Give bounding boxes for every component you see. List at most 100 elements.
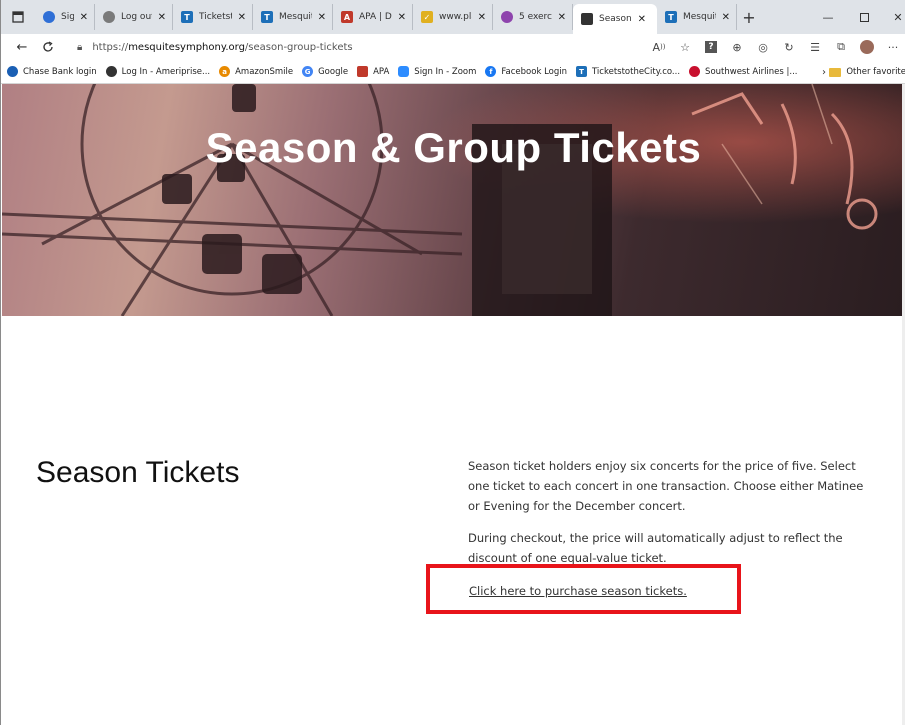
checkout-note: During checkout, the price will automati… xyxy=(468,531,843,565)
tab-favicon-icon xyxy=(501,11,513,23)
tab-title: Ticketst xyxy=(199,12,232,22)
new-tab-button[interactable]: + xyxy=(737,8,761,27)
tab-favicon-icon xyxy=(43,11,55,23)
tab-close-icon[interactable]: ✕ xyxy=(638,14,646,25)
url-prefix: https:// xyxy=(92,41,129,53)
tab-title: 5 exerci xyxy=(519,12,552,22)
address-bar[interactable]: 🔒︎ https://mesquitesymphony.org/season-g… xyxy=(77,42,353,53)
favorites-icon[interactable]: ☰ xyxy=(802,34,828,60)
extension-refresh-icon[interactable]: ↻ xyxy=(776,34,802,60)
favorite-ameriprise[interactable]: Log In - Ameriprise... xyxy=(105,66,211,77)
tab-close-icon[interactable]: ✕ xyxy=(80,12,88,23)
tab-strip: Sign in ✕ Log out ✕ T Ticketst ✕ T Mesqu… xyxy=(1,0,905,34)
favorite-label: Facebook Login xyxy=(501,66,567,77)
favorite-apa[interactable]: APA xyxy=(357,66,389,77)
extension-icon[interactable]: ◎ xyxy=(750,34,776,60)
season-description: Season ticket holders enjoy six concerts… xyxy=(468,459,864,513)
favorite-label: Southwest Airlines |... xyxy=(705,66,798,77)
hero-background-image xyxy=(2,84,905,316)
tab-actions-button[interactable] xyxy=(1,0,35,34)
tab-favicon-icon: ✓ xyxy=(421,11,433,23)
favorite-label: AmazonSmile xyxy=(235,66,294,77)
url-path: /season-group-tickets xyxy=(244,41,353,53)
favorite-chase[interactable]: Chase Bank login xyxy=(7,66,97,77)
tab-favicon-icon xyxy=(581,13,593,25)
collections-icon[interactable]: ⧉ xyxy=(828,34,854,60)
other-favorites-folder[interactable]: Other favorite xyxy=(821,60,905,84)
tab-close-icon[interactable]: ✕ xyxy=(558,12,566,23)
tab-title: Season xyxy=(599,14,632,24)
refresh-icon xyxy=(43,41,53,52)
ameriprise-icon xyxy=(105,66,117,77)
tab-title: www.pla xyxy=(439,12,472,22)
highlight-annotation-box xyxy=(426,564,741,614)
url-host: mesquitesymphony.org xyxy=(128,41,245,53)
tab-close-icon[interactable]: ✕ xyxy=(318,12,326,23)
refresh-button[interactable] xyxy=(35,34,61,60)
extension-help-icon[interactable]: ? xyxy=(698,34,724,60)
favorite-zoom[interactable]: Sign In - Zoom xyxy=(398,66,476,77)
tab-close-icon[interactable]: ✕ xyxy=(398,12,406,23)
tab-5[interactable]: ✓ www.pla ✕ xyxy=(413,4,493,30)
tab-1[interactable]: Log out ✕ xyxy=(95,4,173,30)
maximize-icon xyxy=(859,12,869,22)
tab-8[interactable]: T Mesquit ✕ xyxy=(657,4,737,30)
address-toolbar: ← 🔒︎ https://mesquitesymphony.org/season… xyxy=(1,34,905,60)
tab-title: Mesquit xyxy=(683,12,716,22)
tab-3[interactable]: T Mesquit ✕ xyxy=(253,4,333,30)
folder-icon xyxy=(829,67,842,77)
tab-favicon-icon: T xyxy=(665,11,677,23)
tab-4[interactable]: A APA | Da ✕ xyxy=(333,4,413,30)
favorite-facebook[interactable]: f Facebook Login xyxy=(485,66,567,77)
tab-close-icon[interactable]: ✕ xyxy=(238,12,246,23)
maximize-button[interactable] xyxy=(846,0,882,34)
back-button[interactable]: ← xyxy=(9,34,35,60)
favorite-label: Log In - Ameriprise... xyxy=(121,66,211,77)
browser-window: Sign in ✕ Log out ✕ T Ticketst ✕ T Mesqu… xyxy=(0,0,905,725)
minimize-button[interactable]: — xyxy=(810,0,846,34)
tab-actions-icon xyxy=(12,11,24,23)
page-title: Season & Group Tickets xyxy=(205,124,702,171)
main-content: Season Tickets Season ticket holders enj… xyxy=(2,316,905,725)
close-window-button[interactable]: ✕ xyxy=(880,0,905,34)
tab-6[interactable]: 5 exerci ✕ xyxy=(493,4,573,30)
tab-favicon-icon: T xyxy=(261,11,273,23)
favorite-google[interactable]: G Google xyxy=(302,66,348,77)
tab-2[interactable]: T Ticketst ✕ xyxy=(173,4,253,30)
tab-title: Log out xyxy=(121,12,152,22)
favorites-bar: Chase Bank login Log In - Ameriprise... … xyxy=(1,60,905,84)
hero-banner: Season & Group Tickets xyxy=(2,84,905,316)
favorite-label: TicketstotheCity.co... xyxy=(592,66,681,77)
tab-close-icon[interactable]: ✕ xyxy=(158,12,166,23)
facebook-icon: f xyxy=(485,66,497,77)
amazon-icon: a xyxy=(219,66,231,77)
tab-title: APA | Da xyxy=(359,12,392,22)
tab-7-active[interactable]: Season ✕ xyxy=(573,4,657,34)
southwest-heart-icon xyxy=(689,66,701,77)
toolbar-right: A)) ☆ ? ⊕ ◎ ↻ ☰ ⧉ ··· xyxy=(646,34,905,60)
add-favorite-icon[interactable]: ☆ xyxy=(672,34,698,60)
tab-favicon-icon xyxy=(103,11,115,23)
tickets-icon: T xyxy=(576,66,587,77)
season-tickets-heading: Season Tickets xyxy=(36,456,240,489)
read-aloud-icon[interactable]: A)) xyxy=(646,34,672,60)
chase-icon xyxy=(7,66,18,77)
google-icon: G xyxy=(302,66,314,77)
tab-close-icon[interactable]: ✕ xyxy=(478,12,486,23)
favorite-amazonsmile[interactable]: a AmazonSmile xyxy=(219,66,293,77)
tab-0[interactable]: Sign in ✕ xyxy=(35,4,95,30)
apa-icon xyxy=(357,66,369,77)
profile-avatar[interactable] xyxy=(854,34,880,60)
tab-close-icon[interactable]: ✕ xyxy=(722,12,730,23)
tab-favicon-icon: T xyxy=(181,11,193,23)
zoom-icon xyxy=(398,66,410,77)
favorite-label: Sign In - Zoom xyxy=(414,66,477,77)
tab-title: Mesquit xyxy=(279,12,312,22)
favorite-ticketstothecity[interactable]: T TicketstotheCity.co... xyxy=(576,66,680,77)
favorite-label: Chase Bank login xyxy=(23,66,97,77)
favorite-southwest[interactable]: Southwest Airlines |... xyxy=(689,66,798,77)
lock-icon: 🔒︎ xyxy=(77,41,83,53)
extension-search-icon[interactable]: ⊕ xyxy=(724,34,750,60)
favorite-label: Google xyxy=(318,66,349,77)
more-menu-icon[interactable]: ··· xyxy=(880,34,905,60)
